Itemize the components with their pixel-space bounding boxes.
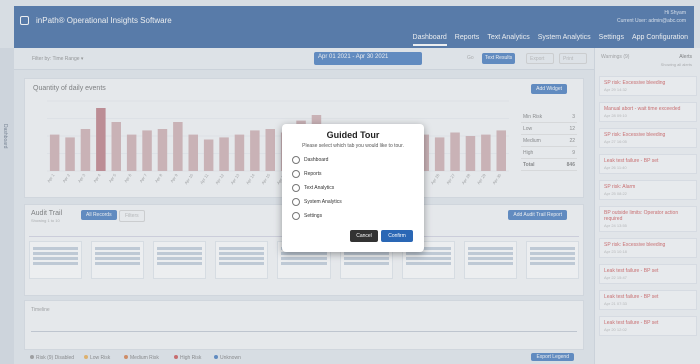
tour-option-text-analytics[interactable]: Text Analytics [292, 184, 334, 192]
dialog-subtitle: Please select which tab you would like t… [302, 143, 404, 149]
tour-option-settings[interactable]: Settings [292, 212, 322, 220]
tour-option-system-analytics[interactable]: System Analytics [292, 198, 342, 206]
radio-icon[interactable] [292, 184, 300, 192]
radio-icon[interactable] [292, 156, 300, 164]
radio-icon[interactable] [292, 212, 300, 220]
tour-option-reports[interactable]: Reports [292, 170, 322, 178]
tour-option-dashboard[interactable]: Dashboard [292, 156, 328, 164]
dialog-title: Guided Tour [326, 130, 380, 140]
radio-icon[interactable] [292, 170, 300, 178]
cancel-button[interactable]: Cancel [350, 230, 378, 242]
guided-tour-dialog: Guided Tour Please select which tab you … [282, 124, 424, 252]
confirm-button[interactable]: Confirm [381, 230, 413, 242]
radio-icon[interactable] [292, 198, 300, 206]
